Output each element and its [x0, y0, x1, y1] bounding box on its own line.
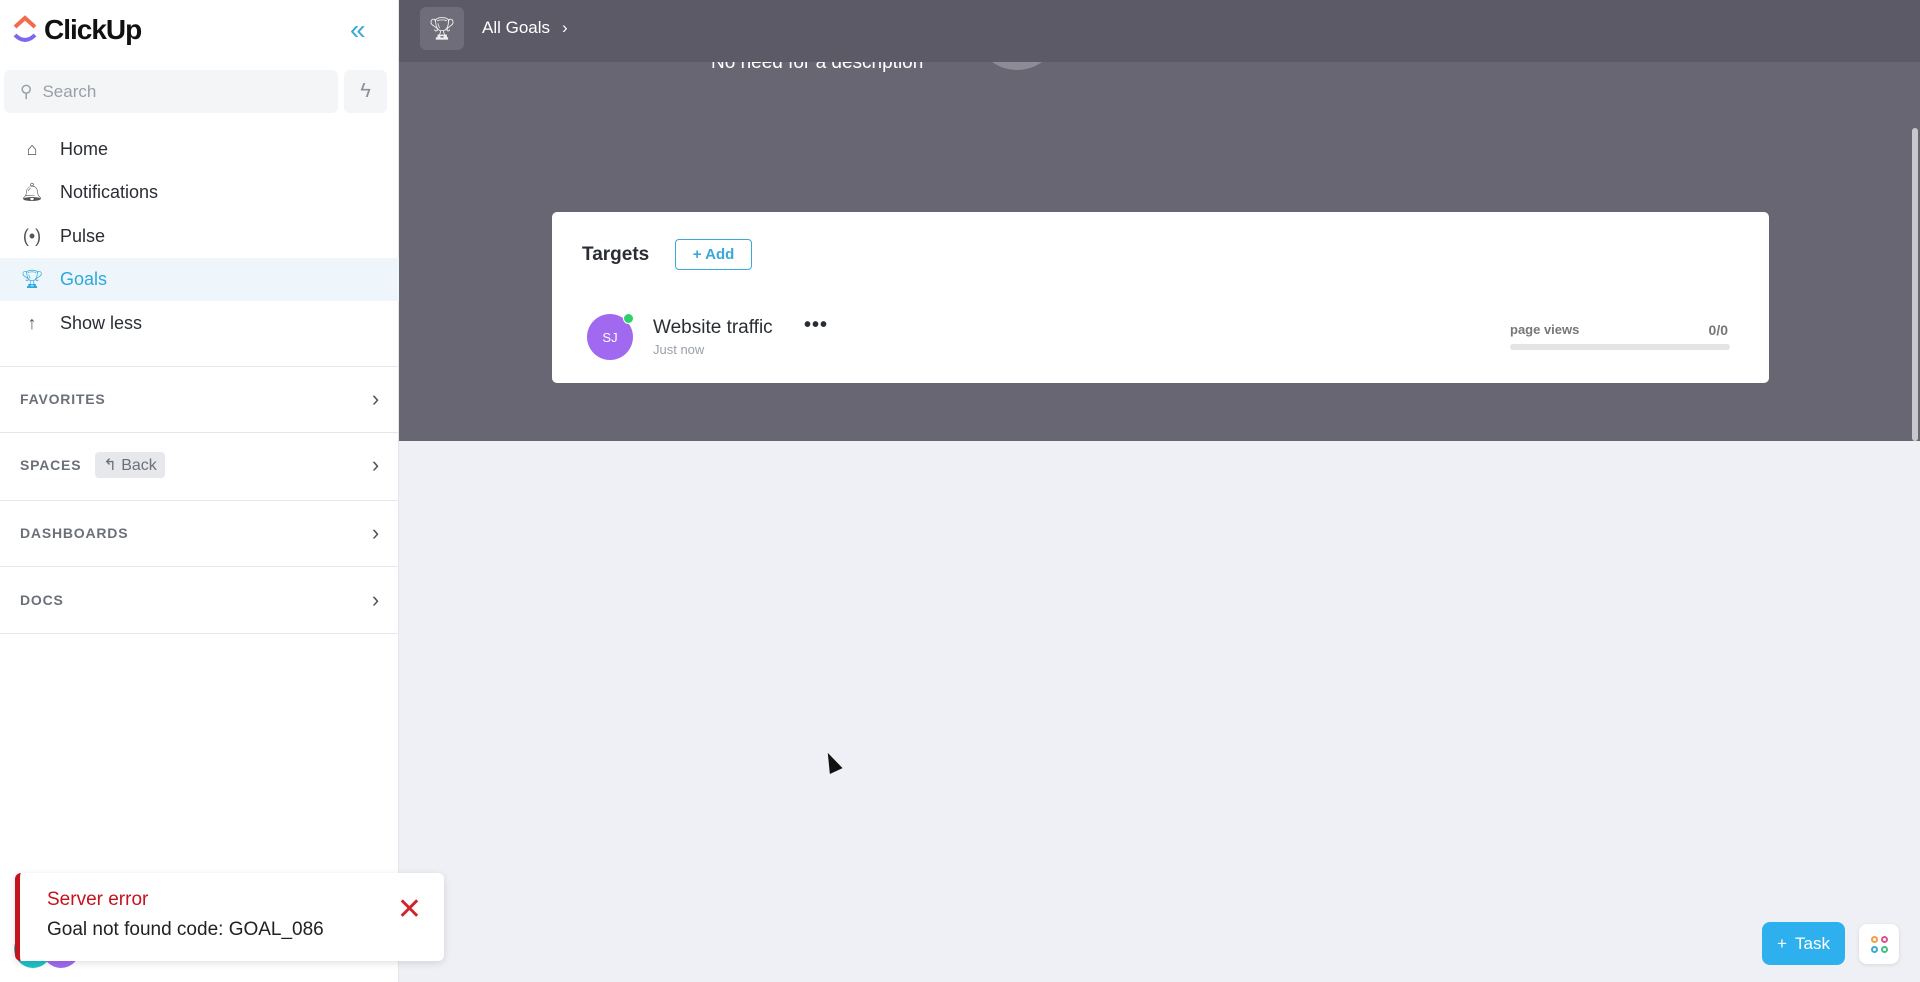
search-input[interactable]: ⚲ Search [4, 70, 338, 113]
pulse-icon: (•) [22, 226, 42, 246]
new-task-button[interactable]: + Task [1762, 922, 1845, 965]
apps-grid-button[interactable] [1859, 924, 1899, 964]
sidebar-item-notifications[interactable]: 🔔︎ Notifications [0, 171, 399, 214]
chevron-right-icon: › [371, 520, 380, 545]
sidebar-item-goals[interactable]: 🏆︎ Goals [0, 258, 399, 301]
plus-icon: + [1777, 933, 1787, 953]
logo[interactable]: ClickUp [12, 14, 142, 46]
scrollbar[interactable] [1912, 128, 1918, 441]
target-name[interactable]: Website traffic [653, 317, 773, 339]
section-spaces[interactable]: SPACES ↰ Back › [20, 452, 380, 478]
section-label: DASHBOARDS [20, 525, 129, 541]
sidebar: ClickUp « ⚲ Search ϟ ⌂ Home 🔔︎ Notification… [0, 0, 399, 982]
online-status-dot [623, 313, 634, 324]
divider [0, 633, 399, 634]
section-label: SPACES [20, 457, 82, 473]
brand-name: ClickUp [44, 14, 142, 45]
toast-message: Goal not found code: GOAL_086 [47, 919, 324, 940]
section-docs[interactable]: DOCS › [20, 587, 380, 613]
lightning-icon: ϟ [360, 80, 371, 102]
breadcrumb-all-goals[interactable]: All Goals [482, 18, 550, 38]
trophy-icon: 🏆︎ [20, 269, 44, 289]
chevron-right-icon: › [371, 452, 380, 477]
sidebar-item-show-less[interactable]: ↑ Show less [0, 302, 399, 345]
home-icon: ⌂ [26, 139, 38, 159]
toast-title: Server error [47, 889, 149, 910]
divider [0, 500, 399, 501]
clickup-logo-icon [13, 15, 37, 42]
task-label: Task [1794, 933, 1830, 953]
section-label: DOCS [20, 592, 64, 608]
targets-title: Targets [582, 244, 650, 265]
divider [0, 566, 399, 567]
back-button[interactable]: ↰ Back [95, 452, 165, 478]
search-placeholder: Search [42, 81, 97, 101]
sidebar-item-home[interactable]: ⌂ Home [0, 128, 399, 171]
target-unit: page views [1510, 322, 1580, 337]
bell-icon: 🔔︎ [20, 182, 44, 202]
section-favorites[interactable]: FAVORITES › [20, 386, 380, 412]
divider [0, 432, 399, 433]
add-target-button[interactable]: + Add [675, 239, 752, 270]
sidebar-item-pulse[interactable]: (•) Pulse [0, 215, 399, 258]
search-icon: ⚲ [20, 81, 33, 101]
nav-label: Goals [60, 269, 108, 289]
nav-label: Show less [60, 313, 143, 333]
chevron-right-icon: › [371, 386, 380, 411]
error-toast: Server error Goal not found code: GOAL_0… [15, 873, 444, 961]
chevron-right-icon: › [371, 587, 380, 612]
collapse-sidebar-icon[interactable]: « [350, 14, 366, 46]
back-label: Back [121, 457, 157, 474]
section-dashboards[interactable]: DASHBOARDS › [20, 520, 380, 546]
divider [0, 366, 399, 367]
close-icon[interactable]: ✕ [397, 895, 422, 925]
section-label: FAVORITES [20, 391, 106, 407]
target-progress-bar [1510, 344, 1730, 350]
nav-label: Pulse [60, 226, 106, 246]
nav-label: Home [60, 139, 109, 159]
more-options-icon[interactable]: ••• [804, 314, 828, 337]
goals-button[interactable]: 🏆︎ [420, 7, 464, 50]
arrow-up-icon: ↑ [27, 313, 37, 333]
breadcrumb[interactable]: All Goals › [482, 18, 568, 38]
target-value: 0/0 [1708, 322, 1728, 338]
nav-label: Notifications [60, 182, 159, 202]
mouse-cursor-icon [821, 749, 843, 775]
quick-actions-button[interactable]: ϟ [344, 70, 387, 113]
target-timestamp: Just now [653, 342, 705, 357]
top-bar: 🏆︎ All Goals › [399, 0, 1920, 62]
chevron-right-icon: › [562, 18, 568, 37]
trophy-icon: 🏆︎ [428, 15, 456, 41]
targets-card: Targets + Add SJ Website traffic ••• Jus… [552, 212, 1769, 383]
